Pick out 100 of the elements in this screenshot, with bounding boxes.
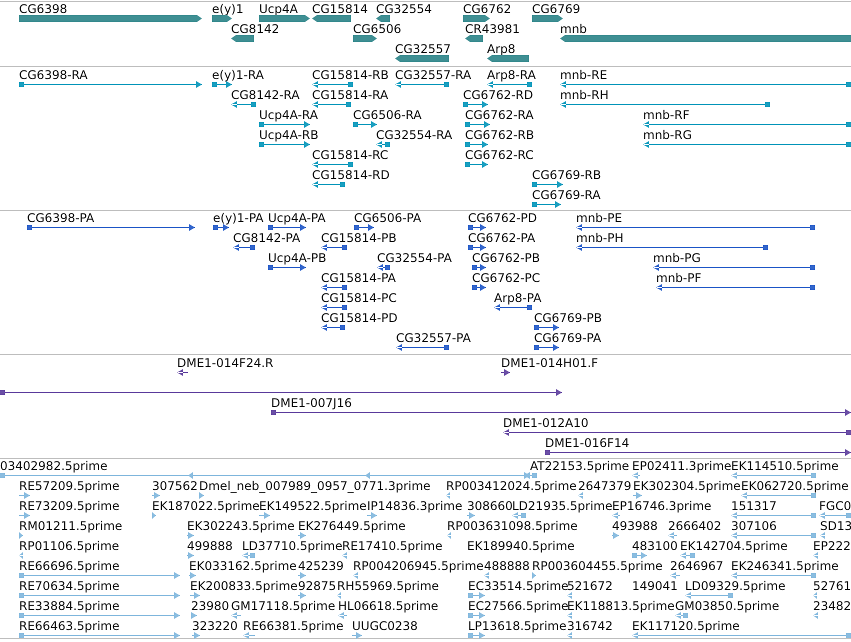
feature-label: 307562: [152, 479, 198, 493]
feature-label: 323220: [192, 619, 238, 633]
feature-glyph[interactable]: [472, 264, 486, 271]
feature-label: CG15814-RB: [312, 68, 389, 82]
feature-glyph[interactable]: [27, 224, 195, 231]
feature-glyph[interactable]: [643, 141, 851, 148]
feature-glyph[interactable]: [534, 344, 559, 351]
feature-label: DME1-007J16: [271, 396, 352, 410]
feature-glyph[interactable]: [212, 15, 232, 22]
feature-glyph[interactable]: [259, 121, 310, 128]
feature-glyph[interactable]: [465, 121, 490, 128]
feature-glyph[interactable]: [376, 15, 390, 22]
feature-glyph[interactable]: [231, 101, 256, 108]
feature-label: CG15814-PC: [321, 291, 397, 305]
feature-glyph[interactable]: [653, 264, 815, 271]
feature-label: 499888: [187, 539, 233, 553]
feature-glyph[interactable]: [465, 141, 488, 148]
feature-glyph[interactable]: [465, 161, 488, 168]
feature-glyph[interactable]: [353, 35, 377, 42]
feature-glyph[interactable]: [576, 244, 768, 251]
feature-glyph[interactable]: [0, 389, 562, 396]
feature-glyph[interactable]: [465, 35, 483, 42]
feature-label: 92875: [298, 579, 336, 593]
feature-glyph[interactable]: [396, 344, 449, 351]
feature-label: mnb-RE: [560, 68, 608, 82]
feature-label: CG6762-RD: [463, 88, 534, 102]
feature-glyph[interactable]: [377, 264, 390, 271]
feature-glyph[interactable]: [560, 81, 851, 88]
feature-glyph[interactable]: [468, 244, 486, 251]
feature-label: 2666402: [668, 519, 722, 533]
feature-glyph[interactable]: [353, 121, 377, 128]
feature-label: CG6506-PA: [354, 211, 422, 225]
feature-label: CG6762-RC: [465, 148, 534, 162]
feature-glyph[interactable]: [19, 81, 202, 88]
feature-glyph[interactable]: [643, 121, 851, 128]
feature-glyph[interactable]: [268, 264, 306, 271]
feature-glyph[interactable]: [376, 141, 390, 148]
feature-glyph[interactable]: [271, 409, 851, 416]
feature-glyph[interactable]: [312, 101, 351, 108]
feature-label: CG8142: [231, 22, 280, 36]
feature-label: CG6762: [463, 2, 512, 16]
feature-glyph[interactable]: [213, 224, 229, 231]
feature-glyph[interactable]: [268, 224, 306, 231]
feature-label: Ucp4A-RB: [259, 128, 318, 142]
feature-glyph[interactable]: [233, 244, 255, 251]
feature-glyph[interactable]: [312, 15, 351, 22]
feature-glyph[interactable]: [463, 101, 488, 108]
feature-label: RP003412024.5prime: [446, 479, 577, 493]
feature-glyph[interactable]: [532, 201, 561, 208]
feature-glyph[interactable]: [503, 429, 851, 436]
feature-glyph[interactable]: [259, 141, 310, 148]
feature-glyph[interactable]: [472, 284, 486, 291]
feature-label: 308660: [467, 499, 513, 513]
feature-label: CG6762-PC: [472, 271, 540, 285]
feature-glyph[interactable]: [177, 369, 188, 376]
feature-label: 307106: [731, 519, 777, 533]
feature-label: CG32557-PA: [396, 331, 471, 345]
feature-label: CG15814-RD: [312, 168, 390, 182]
feature-glyph[interactable]: [321, 284, 347, 291]
feature-label: CG6762-RB: [465, 128, 534, 142]
feature-glyph[interactable]: [576, 224, 815, 231]
feature-label: 2646967: [670, 559, 724, 573]
feature-glyph[interactable]: [321, 304, 347, 311]
feature-glyph[interactable]: [395, 81, 449, 88]
feature-label: mnb-PF: [656, 271, 702, 285]
feature-glyph[interactable]: [231, 35, 254, 42]
feature-label: CR43981: [465, 22, 520, 36]
feature-glyph[interactable]: [354, 224, 374, 231]
feature-glyph[interactable]: [312, 161, 353, 168]
feature-glyph[interactable]: [487, 55, 529, 62]
feature-glyph[interactable]: [312, 181, 345, 188]
feature-glyph[interactable]: [560, 101, 770, 108]
feature-glyph[interactable]: [534, 324, 559, 331]
feature-glyph[interactable]: [468, 224, 486, 231]
feature-label: 03402982.5prime: [0, 459, 108, 473]
feature-label: Arp8-RA: [487, 68, 536, 82]
feature-label: DME1-012A10: [503, 416, 589, 430]
feature-glyph[interactable]: [501, 369, 510, 376]
feature-glyph[interactable]: [395, 55, 449, 62]
feature-glyph[interactable]: [545, 449, 851, 456]
feature-glyph[interactable]: [532, 15, 563, 22]
feature-glyph[interactable]: [212, 81, 232, 88]
feature-glyph[interactable]: [656, 284, 815, 291]
feature-glyph[interactable]: [487, 81, 532, 88]
feature-glyph[interactable]: [532, 181, 563, 188]
feature-label: CG6769-PA: [534, 331, 602, 345]
feature-glyph[interactable]: [259, 15, 310, 22]
feature-label: UUGC0238: [352, 619, 418, 633]
feature-label: EK189940.5prime: [467, 539, 575, 553]
feature-label: EK246341.5prime: [731, 559, 839, 573]
feature-glyph[interactable]: [494, 304, 532, 311]
feature-label: GM03850.5prime: [675, 599, 780, 613]
feature-label: RE17410.5prime: [342, 539, 442, 553]
feature-label: 521672: [567, 579, 613, 593]
feature-label: EK033162.5prime: [189, 559, 297, 573]
feature-label: DME1-014F24.R: [177, 356, 274, 370]
feature-glyph[interactable]: [321, 244, 347, 251]
feature-glyph[interactable]: [321, 324, 345, 331]
feature-glyph[interactable]: [463, 15, 490, 22]
feature-glyph[interactable]: [312, 81, 353, 88]
